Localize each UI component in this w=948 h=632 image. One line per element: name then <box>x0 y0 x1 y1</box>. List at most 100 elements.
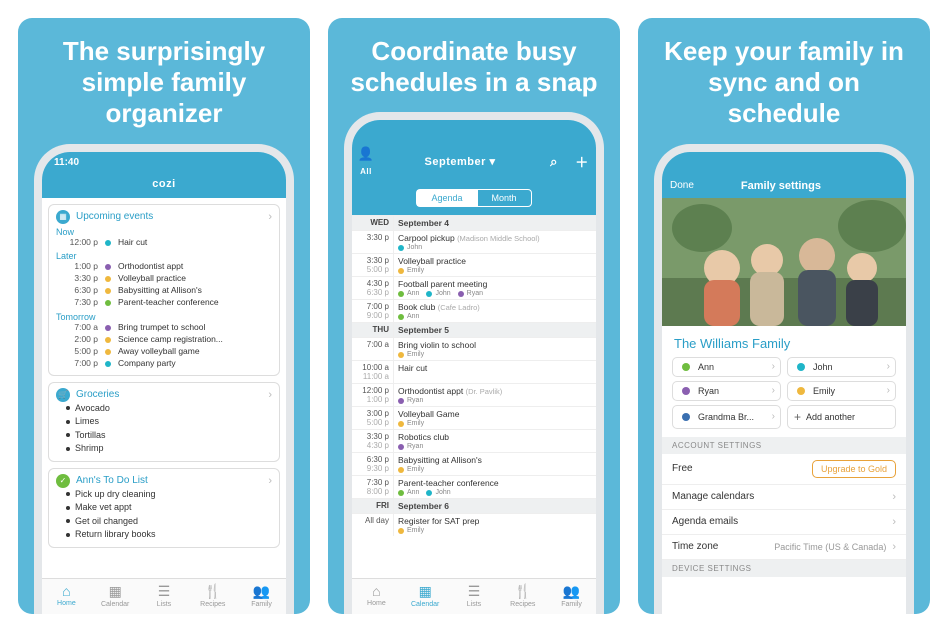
calendar-icon: ▦ <box>56 210 70 224</box>
list-item[interactable]: Return library books <box>66 528 272 542</box>
event-group-label: Tomorrow <box>56 312 272 322</box>
tab-home[interactable]: ⌂Home <box>42 579 91 614</box>
event-row[interactable]: 7:00 aBring trumpet to school <box>64 322 272 334</box>
member-dot <box>426 490 432 496</box>
tab-lists[interactable]: ☰Lists <box>140 579 189 614</box>
todo-card[interactable]: ✓ Ann's To Do List › Pick up dry cleanin… <box>48 468 280 548</box>
family-photo[interactable] <box>662 198 906 326</box>
member-chip[interactable]: Grandma Br...› <box>672 405 781 429</box>
list-item[interactable]: Tortillas <box>66 429 272 443</box>
tab-recipes[interactable]: 🍴Recipes <box>188 579 237 614</box>
agenda-event-row[interactable]: 7:00 aBring violin to school Emily <box>352 337 596 360</box>
event-time: 3:30 p <box>352 231 394 253</box>
event-title: Parent-teacher conference <box>118 297 219 309</box>
event-title: Parent-teacher conference <box>398 478 592 488</box>
event-row[interactable]: 2:00 pScience camp registration... <box>64 334 272 346</box>
groceries-card[interactable]: 🛒 Groceries › AvocadoLimesTortillasShrim… <box>48 382 280 462</box>
calendar-title[interactable]: September ▾ <box>380 155 540 168</box>
filter-all[interactable]: 👤All <box>352 146 380 177</box>
bullet-icon <box>66 433 70 437</box>
upcoming-events-card[interactable]: ▦ Upcoming events › Now12:00 pHair cutLa… <box>48 204 280 376</box>
list-item[interactable]: Make vet appt <box>66 501 272 515</box>
event-row[interactable]: 7:00 pCompany party <box>64 358 272 370</box>
member-dot <box>398 528 404 534</box>
list-item[interactable]: Limes <box>66 415 272 429</box>
member-name: Emily <box>813 386 835 396</box>
add-icon[interactable]: ＋ <box>568 152 596 171</box>
plan-row[interactable]: Free Upgrade to Gold <box>662 454 906 485</box>
list-item[interactable]: Pick up dry cleaning <box>66 488 272 502</box>
event-row[interactable]: 12:00 pHair cut <box>64 237 272 249</box>
member-dot <box>105 240 111 246</box>
agenda-event-row[interactable]: All dayRegister for SAT prep Emily <box>352 513 596 536</box>
tab-family[interactable]: 👥Family <box>547 579 596 614</box>
tab-family[interactable]: 👥Family <box>237 579 286 614</box>
agenda-event-row[interactable]: 3:00 p5:00 pVolleyball Game Emily <box>352 406 596 429</box>
view-segment: Agenda Month <box>352 185 596 215</box>
event-row[interactable]: 7:30 pParent-teacher conference <box>64 297 272 309</box>
event-row[interactable]: 6:30 pBabysitting at Allison's <box>64 285 272 297</box>
status-time: 11:40 <box>54 157 79 168</box>
agenda-event-row[interactable]: 10:00 a11:00 aHair cut <box>352 360 596 383</box>
seg-month[interactable]: Month <box>477 189 532 207</box>
app-header: cozi <box>42 174 286 198</box>
promo-title: Coordinate busy schedules in a snap <box>344 36 604 98</box>
member-dot <box>398 421 404 427</box>
member-dot <box>105 276 111 282</box>
item-label: Limes <box>75 415 99 429</box>
tab-recipes[interactable]: 🍴Recipes <box>498 579 547 614</box>
seg-agenda[interactable]: Agenda <box>416 189 476 207</box>
bullet-icon <box>66 533 70 537</box>
event-row[interactable]: 3:30 pVolleyball practice <box>64 273 272 285</box>
agenda-event-row[interactable]: 3:30 pCarpool pickup (Madison Middle Sch… <box>352 230 596 253</box>
event-title: Away volleyball game <box>118 346 200 358</box>
calendar-icon: ▦ <box>401 583 450 600</box>
member-chip[interactable]: Ryan› <box>672 381 781 401</box>
search-icon[interactable]: ⌕ <box>540 154 568 170</box>
upgrade-button[interactable]: Upgrade to Gold <box>812 460 896 478</box>
timezone-row[interactable]: Time zone Pacific Time (US & Canada) › <box>662 535 906 560</box>
bullet-icon <box>66 492 70 496</box>
list-item[interactable]: Avocado <box>66 402 272 416</box>
attendees: Emily <box>398 267 592 274</box>
day-header: WEDSeptember 4 <box>352 215 596 230</box>
agenda-event-row[interactable]: 7:00 p9:00 pBook club (Cafe Ladro)Ann <box>352 299 596 322</box>
member-chip[interactable]: Emily › <box>787 381 896 401</box>
agenda-event-row[interactable]: 6:30 p9:30 pBabysitting at Allison's Emi… <box>352 452 596 475</box>
event-title: Volleyball practice <box>118 273 186 285</box>
tab-home[interactable]: ⌂Home <box>352 579 401 614</box>
member-dot <box>682 413 690 421</box>
agenda-event-row[interactable]: 12:00 p1:00 p Orthodontist appt (Dr. Pavl… <box>352 383 596 406</box>
agenda-event-row[interactable]: 7:30 p8:00 pParent-teacher conference An… <box>352 475 596 498</box>
tab-calendar[interactable]: ▦Calendar <box>91 579 140 614</box>
agenda-emails-row[interactable]: Agenda emails › <box>662 510 906 535</box>
member-dot <box>398 245 404 251</box>
plus-icon: + <box>794 410 801 424</box>
manage-calendars-row[interactable]: Manage calendars › <box>662 485 906 510</box>
member-dot <box>105 361 111 367</box>
event-time: 12:00 p1:00 p <box>352 384 394 406</box>
add-member-button[interactable]: +Add another <box>787 405 896 429</box>
event-group-label: Now <box>56 227 272 237</box>
tab-lists[interactable]: ☰Lists <box>450 579 499 614</box>
event-row[interactable]: 5:00 pAway volleyball game <box>64 346 272 358</box>
list-item[interactable]: Get oil changed <box>66 515 272 529</box>
agenda-event-row[interactable]: 3:30 p4:30 pRobotics club Ryan <box>352 429 596 452</box>
day-date: September 4 <box>394 216 596 230</box>
agenda-list[interactable]: WEDSeptember 43:30 pCarpool pickup (Madi… <box>352 215 596 578</box>
event-time: 3:30 p4:30 p <box>352 430 394 452</box>
agenda-event-row[interactable]: 3:30 p5:00 pVolleyball practice Emily <box>352 253 596 276</box>
member-dot <box>398 291 404 297</box>
member-dot <box>105 325 111 331</box>
day-header: THUSeptember 5 <box>352 322 596 337</box>
attendees: Ryan <box>398 397 592 404</box>
list-item[interactable]: Shrimp <box>66 442 272 456</box>
event-title: Orthodontist appt (Dr. Pavlik) <box>398 386 592 396</box>
agenda-event-row[interactable]: 4:30 p6:30 pFootball parent meeting AnnJ… <box>352 276 596 299</box>
chevron-right-icon: › <box>887 385 890 396</box>
member-chip[interactable]: Ann› <box>672 357 781 377</box>
event-time: 2:00 p <box>64 334 98 346</box>
event-row[interactable]: 1:00 pOrthodontist appt <box>64 261 272 273</box>
tab-calendar[interactable]: ▦Calendar <box>401 579 450 614</box>
member-chip[interactable]: John› <box>787 357 896 377</box>
